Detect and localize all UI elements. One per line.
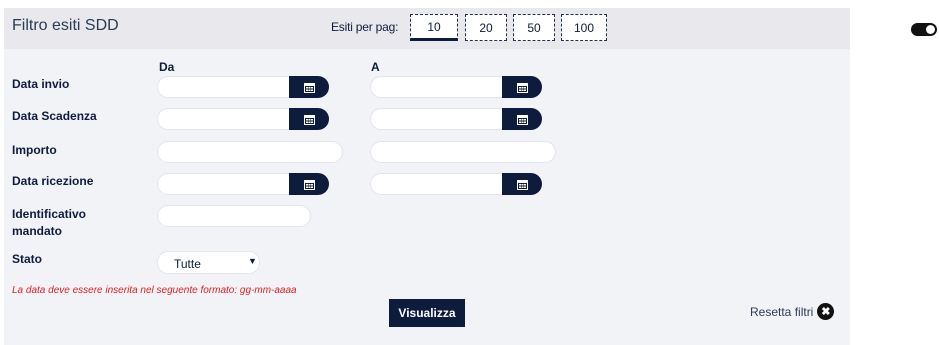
data-ricezione-from-input[interactable] [157, 173, 329, 195]
toggle-knob [926, 25, 935, 34]
data-ricezione-to-calendar-button[interactable] [502, 173, 542, 195]
identificativo-mandato-input[interactable] [157, 205, 311, 227]
per-page-20[interactable]: 20 [465, 14, 507, 41]
data-ricezione-from-calendar-button[interactable] [289, 173, 329, 195]
data-invio-to-calendar-button[interactable] [502, 76, 542, 98]
date-format-error: La data deve essere inserita nel seguent… [12, 285, 297, 296]
data-scadenza-from-input[interactable] [157, 108, 329, 130]
column-to-label: A [371, 60, 380, 74]
dropdown-arrow-icon: ▼ [248, 256, 257, 266]
visualizza-button[interactable]: Visualizza [389, 299, 465, 327]
per-page-10[interactable]: 10 [410, 14, 458, 41]
data-scadenza-label: Data Scadenza [12, 109, 97, 123]
identificativo-mandato-label-line2: mandato [12, 224, 63, 238]
calendar-icon [303, 114, 315, 125]
toggle-switch[interactable] [911, 23, 937, 36]
per-page-100[interactable]: 100 [561, 14, 607, 41]
data-invio-to-input[interactable] [370, 76, 542, 98]
data-invio-from-input[interactable] [157, 76, 329, 98]
calendar-icon [303, 82, 315, 93]
importo-to-input[interactable] [370, 141, 556, 163]
importo-from-input[interactable] [157, 141, 343, 163]
data-invio-label: Data invio [12, 77, 70, 91]
close-circle-icon: ✖ [817, 303, 835, 320]
data-scadenza-to-input[interactable] [370, 108, 542, 130]
reset-filters-button[interactable]: Resetta filtri ✖ [750, 303, 835, 320]
data-ricezione-label: Data ricezione [12, 174, 94, 188]
reset-filters-label: Resetta filtri [750, 304, 814, 319]
column-from-label: Da [159, 60, 175, 74]
per-page-50[interactable]: 50 [513, 14, 555, 41]
page-title: Filtro esiti SDD [12, 17, 119, 34]
calendar-icon [516, 82, 528, 93]
data-invio-from-calendar-button[interactable] [289, 76, 329, 98]
calendar-icon [516, 179, 528, 190]
stato-label: Stato [12, 252, 42, 266]
calendar-icon [516, 114, 528, 125]
calendar-icon [303, 179, 315, 190]
stato-select[interactable]: Tutte ▼ [157, 251, 260, 274]
data-ricezione-to-input[interactable] [370, 173, 542, 195]
stato-select-value: Tutte [174, 257, 201, 271]
data-scadenza-from-calendar-button[interactable] [289, 108, 329, 130]
importo-label: Importo [12, 143, 57, 157]
per-page-label: Esiti per pag: [331, 20, 399, 34]
data-scadenza-to-calendar-button[interactable] [502, 108, 542, 130]
